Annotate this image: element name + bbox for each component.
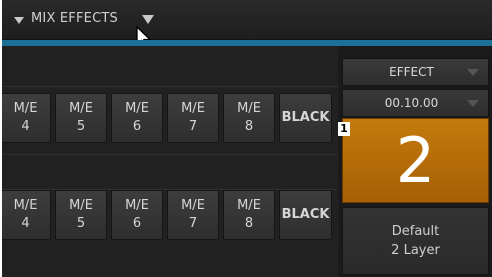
dropdown-label: EFFECT [389,65,434,79]
me-button-6[interactable]: M/E 6 [111,93,163,143]
button-label: BLACK [281,207,330,222]
button-label: M/E [13,101,38,116]
button-number: 7 [188,119,198,134]
chevron-down-icon [467,100,479,107]
button-label: BLACK [281,110,330,125]
button-number: 6 [132,119,142,134]
me-button-5[interactable]: M/E 5 [55,93,107,143]
button-label: M/E [181,101,205,116]
mix-effects-panel: MIX EFFECTS M/E 4 M/E 5 M/E 6 M/E 7 M/E … [2,0,492,277]
button-label: M/E [69,198,93,213]
button-label: M/E [125,101,149,116]
button-number: 8 [244,119,254,134]
collapse-arrow-icon[interactable] [14,17,24,24]
black-button[interactable]: BLACK [279,93,332,143]
me-button-8[interactable]: M/E 8 [223,190,275,240]
chevron-down-icon [467,69,479,76]
index-badge: 1 [338,122,350,136]
button-label: M/E [237,101,261,116]
button-label: M/E [181,198,205,213]
me-button-7[interactable]: M/E 7 [167,93,219,143]
button-label: M/E [69,101,93,116]
button-number: 4 [21,119,30,134]
button-number: 5 [76,216,86,231]
me-button-8[interactable]: M/E 8 [223,93,275,143]
divider [2,154,338,155]
effect-number: 2 [395,124,436,197]
me-button-4[interactable]: M/E 4 [2,190,51,240]
me-button-5[interactable]: M/E 5 [55,190,107,240]
button-number: 7 [188,216,198,231]
button-number: 4 [21,216,30,231]
button-label: M/E [125,198,149,213]
button-number: 5 [76,119,86,134]
dropdown-arrow-icon[interactable] [142,15,154,24]
me-button-area: M/E 4 M/E 5 M/E 6 M/E 7 M/E 8 BLACK M/E … [2,46,338,277]
preset-name: Default [391,224,440,239]
selected-effect-button[interactable]: 2 [342,118,489,203]
button-label: M/E [237,198,261,213]
black-button[interactable]: BLACK [279,190,332,240]
effect-dropdown[interactable]: EFFECT [342,58,489,86]
me-button-4[interactable]: M/E 4 [2,93,51,143]
dropdown-label: 00.10.00 [384,96,439,110]
me-button-6[interactable]: M/E 6 [111,190,163,240]
duration-dropdown[interactable]: 00.10.00 [342,89,489,117]
effect-column: EFFECT 00.10.00 2 1 Default 2 Layer [338,46,492,277]
preset-button[interactable]: Default 2 Layer [342,207,489,275]
button-number: 8 [244,216,254,231]
mix-effects-header[interactable]: MIX EFFECTS [2,0,492,49]
button-label: M/E [13,198,38,213]
section-title: MIX EFFECTS [31,11,118,26]
preset-type: 2 Layer [391,243,440,258]
button-number: 6 [132,216,142,231]
me-button-7[interactable]: M/E 7 [167,190,219,240]
divider [2,86,338,87]
